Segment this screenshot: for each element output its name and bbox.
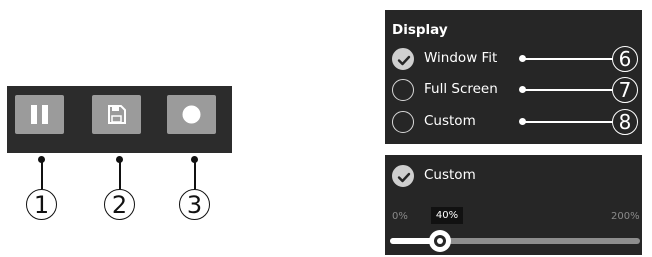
callout-2: 2 [104,189,135,220]
option-label: Window Fit [424,50,498,66]
record-icon [182,105,201,124]
display-panel: Display Window Fit 6 Full Screen 7 Custo… [385,10,642,144]
option-label: Custom [424,113,476,129]
callout-line [119,160,121,189]
option-custom[interactable]: Custom [392,111,522,133]
zoom-value-badge: 40% [431,207,463,224]
zoom-slider-track[interactable] [390,238,640,244]
callout-6: 6 [612,46,638,72]
callout-8: 8 [612,109,638,135]
pause-button[interactable] [15,95,64,134]
zoom-panel: Custom 0% 40% 200% [385,155,642,255]
check-icon[interactable] [392,48,414,70]
save-button[interactable] [92,95,141,134]
radio-icon[interactable] [392,111,414,133]
media-toolbar [7,86,232,153]
option-full-screen[interactable]: Full Screen [392,79,522,101]
callout-7: 7 [612,77,638,103]
record-button[interactable] [167,95,216,134]
check-icon[interactable] [392,165,414,187]
zoom-custom-toggle[interactable]: Custom [392,165,512,187]
zoom-slider-thumb[interactable] [429,230,451,252]
callout-line [523,58,613,60]
zoom-custom-label: Custom [424,167,476,183]
callout-3: 3 [179,189,210,220]
save-icon [108,105,126,124]
display-title: Display [392,22,448,38]
option-window-fit[interactable]: Window Fit [392,48,522,70]
callout-line [523,89,613,91]
zoom-min-label: 0% [392,211,408,222]
callout-line [194,160,196,189]
callout-line [523,121,613,123]
option-label: Full Screen [424,81,498,97]
zoom-max-label: 200% [611,211,640,222]
callout-line [41,160,43,189]
callout-1: 1 [26,189,57,220]
radio-icon[interactable] [392,79,414,101]
pause-icon [31,105,48,124]
